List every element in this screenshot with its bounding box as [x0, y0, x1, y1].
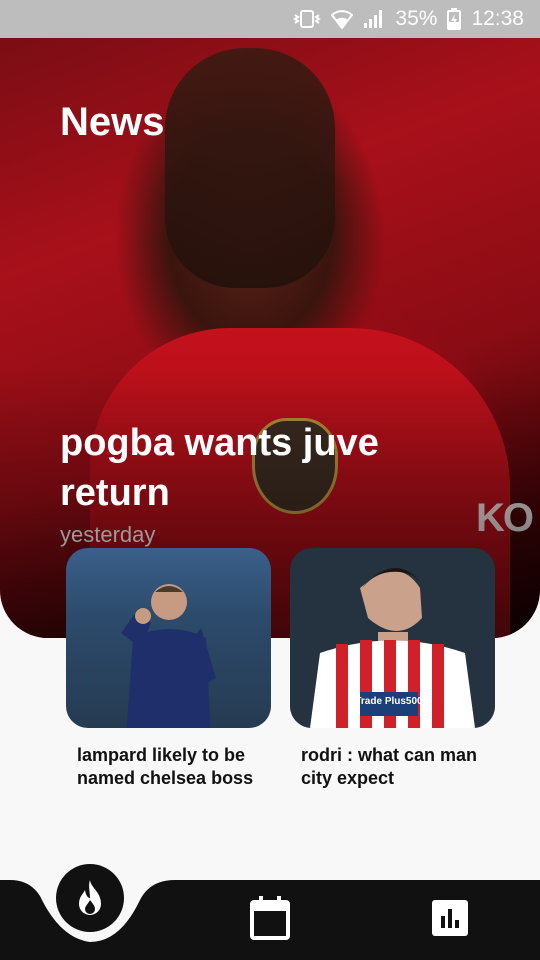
news-screen: 35% 12:38 KO News pogba wants juve retur… [0, 0, 540, 960]
news-card-rodri[interactable]: Trade Plus500 rodri : what can man city … [290, 548, 495, 790]
featured-timestamp: yesterday [60, 522, 156, 547]
bar-chart-icon[interactable] [432, 900, 468, 936]
news-card-title: lampard likely to be named chelsea boss [77, 745, 254, 788]
news-card-image: Trade Plus500 [290, 548, 495, 728]
news-card-image [66, 548, 271, 728]
flame-icon [79, 880, 101, 915]
page-title: News [60, 100, 165, 144]
wifi-icon [331, 10, 354, 29]
featured-headline[interactable]: pogba wants juve return [60, 418, 440, 518]
signal-icon [364, 10, 383, 28]
battery-charging-icon [447, 8, 462, 30]
battery-percent: 35% [395, 7, 438, 30]
news-card-title: rodri : what can man city expect [301, 745, 478, 788]
nav-hot-button[interactable] [56, 864, 124, 932]
shirt-sponsor-text: Trade Plus500 [355, 696, 423, 707]
calendar-icon[interactable] [250, 896, 290, 940]
status-bar: 35% 12:38 [0, 0, 540, 38]
news-card-lampard[interactable]: lampard likely to be named chelsea boss [66, 548, 271, 790]
vibrate-icon [293, 10, 322, 28]
clock: 12:38 [471, 7, 524, 30]
bottom-navigation [0, 864, 540, 960]
